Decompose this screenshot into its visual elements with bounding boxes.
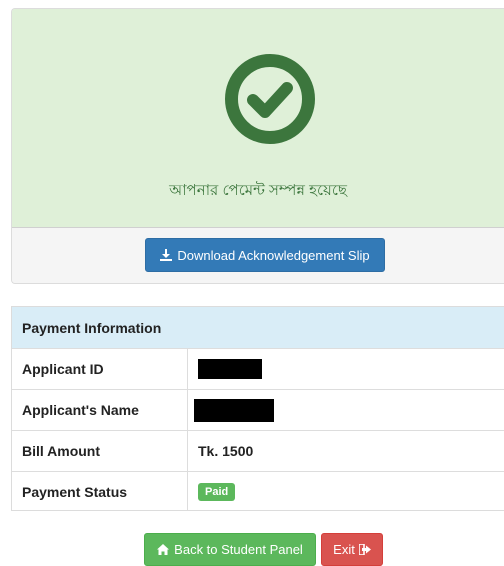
payment-status-value: Paid — [188, 483, 236, 501]
table-row-applicant-name: Applicant's Name — [12, 389, 504, 430]
download-button-label: Download Acknowledgement Slip — [177, 247, 370, 263]
payment-information-table: Payment Information Applicant ID Applica… — [11, 306, 504, 511]
back-to-student-panel-button[interactable]: Back to Student Panel — [144, 533, 316, 566]
redacted-block — [194, 398, 274, 422]
applicant-name-label: Applicant's Name — [12, 390, 188, 430]
table-row-bill-amount: Bill Amount Tk. 1500 — [12, 430, 504, 471]
payment-status-label: Payment Status — [12, 472, 188, 510]
back-button-label: Back to Student Panel — [174, 542, 303, 557]
applicant-name-value — [188, 398, 274, 422]
success-footer: Download Acknowledgement Slip — [12, 227, 504, 283]
download-icon — [160, 249, 173, 261]
applicant-id-label: Applicant ID — [12, 349, 188, 389]
success-banner: আপনার পেমেন্ট সম্পন্ন হয়েছে — [12, 9, 504, 227]
payment-information-title: Payment Information — [12, 307, 504, 349]
exit-button-label: Exit — [333, 542, 355, 557]
sign-out-icon — [358, 544, 371, 555]
table-row-payment-status: Payment Status Paid — [12, 471, 504, 510]
bill-amount-label: Bill Amount — [12, 431, 188, 471]
exit-button[interactable]: Exit — [321, 533, 383, 566]
check-circle-icon — [225, 54, 315, 144]
payment-success-panel: আপনার পেমেন্ট সম্পন্ন হয়েছে Download Ac… — [11, 8, 504, 284]
home-icon — [157, 544, 170, 555]
download-acknowledgement-button[interactable]: Download Acknowledgement Slip — [145, 238, 385, 272]
success-message: আপনার পেমেন্ট সম্পন্ন হয়েছে — [169, 182, 347, 199]
bill-amount-value: Tk. 1500 — [198, 443, 254, 459]
status-badge: Paid — [198, 483, 236, 501]
applicant-id-value — [188, 359, 262, 379]
table-row-applicant-id: Applicant ID — [12, 348, 504, 389]
redacted-block — [198, 359, 262, 379]
